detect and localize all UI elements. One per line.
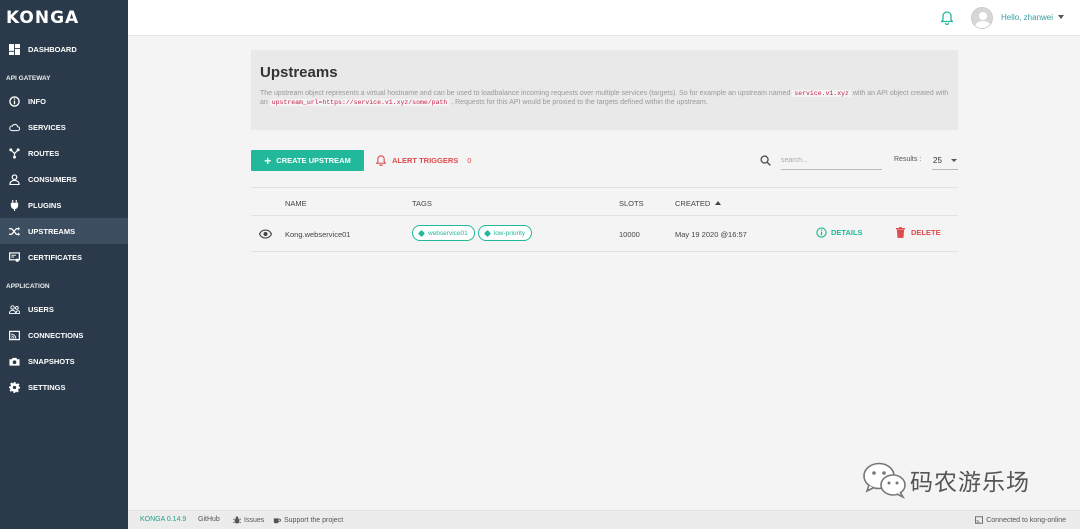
sidebar-item-services[interactable]: SERVICES <box>0 114 128 140</box>
tag-badge[interactable]: webservice01 <box>412 225 475 241</box>
sidebar-item-label: CONSUMERS <box>28 174 77 184</box>
github-link[interactable]: GitHub <box>198 516 220 523</box>
version-link[interactable]: KONGA 0.14.9 <box>140 516 186 523</box>
sidebar-item-label: UPSTREAMS <box>28 226 76 236</box>
sidebar-item-label: USERS <box>28 304 54 314</box>
details-button[interactable]: DETAILS <box>816 227 863 238</box>
sidebar-item-consumers[interactable]: CONSUMERS <box>0 166 128 192</box>
footer: KONGA 0.14.9 GitHub Issues Support the p… <box>128 510 1080 529</box>
create-upstream-label: CREATE UPSTREAM <box>276 156 351 165</box>
sidebar-item-connections[interactable]: CONNECTIONS <box>0 322 128 348</box>
upstream-name: Kong.webservice01 <box>285 230 351 239</box>
cloud-icon <box>8 121 21 134</box>
delete-label: DELETE <box>911 228 941 237</box>
results-per-page-select[interactable]: 25 <box>932 152 958 170</box>
page-title: Upstreams <box>260 64 338 81</box>
section-application: APPLICATION <box>6 283 50 290</box>
connection-status[interactable]: Connected to kong-online <box>975 516 1066 524</box>
top-bar: Hello, zhanwei <box>128 0 1080 36</box>
sidebar-item-label: ROUTES <box>28 148 60 158</box>
results-value: 25 <box>933 156 942 165</box>
alert-triggers-button[interactable]: ALERT TRIGGERS 0 <box>376 150 471 171</box>
sidebar-item-routes[interactable]: ROUTES <box>0 140 128 166</box>
camera-icon <box>8 355 21 368</box>
upstreams-table: NAME TAGS SLOTS CREATED Kong.webservice0… <box>251 187 958 252</box>
column-header-slots[interactable]: SLOTS <box>619 199 644 208</box>
watermark: 码农游乐场 <box>862 461 1030 499</box>
avatar[interactable] <box>971 7 993 29</box>
page-header: Upstreams The upstream object represents… <box>251 50 958 130</box>
app-logo[interactable]: KONGA <box>0 0 128 36</box>
details-label: DETAILS <box>831 228 863 237</box>
sidebar-item-upstreams[interactable]: UPSTREAMS <box>0 218 128 244</box>
tag-badge[interactable]: low-priority <box>477 225 533 241</box>
bell-icon <box>376 155 386 166</box>
users-icon <box>8 303 21 316</box>
create-upstream-button[interactable]: + CREATE UPSTREAM <box>251 150 364 171</box>
sidebar-item-label: DASHBOARD <box>28 44 77 54</box>
watermark-text: 码农游乐场 <box>910 470 1030 496</box>
created-date: May 19 2020 @16:57 <box>675 230 747 239</box>
search-input[interactable] <box>781 152 882 170</box>
trash-icon <box>896 227 905 238</box>
sidebar-item-users[interactable]: USERS <box>0 296 128 322</box>
connections-icon <box>8 329 21 342</box>
column-header-name[interactable]: NAME <box>285 199 307 208</box>
slots-value: 10000 <box>619 230 640 239</box>
user-icon <box>8 173 21 186</box>
sidebar-item-info[interactable]: INFO <box>0 88 128 114</box>
eye-icon[interactable] <box>259 229 272 239</box>
plus-icon: + <box>264 153 272 168</box>
page-description: The upstream object represents a virtual… <box>260 90 949 106</box>
table-header: NAME TAGS SLOTS CREATED <box>251 187 958 216</box>
support-link[interactable]: Support the project <box>273 516 343 524</box>
certificate-icon <box>8 251 21 264</box>
sidebar-item-snapshots[interactable]: SNAPSHOTS <box>0 348 128 374</box>
sidebar-item-plugins[interactable]: PLUGINS <box>0 192 128 218</box>
routes-icon <box>8 147 21 160</box>
sidebar-item-certificates[interactable]: CERTIFICATES <box>0 244 128 270</box>
sort-ascending-icon <box>715 201 722 206</box>
info-icon <box>8 95 21 108</box>
results-label: Results : <box>894 156 922 163</box>
sidebar-item-label: SERVICES <box>28 122 66 132</box>
chevron-down-icon[interactable] <box>1058 15 1064 19</box>
tag-icon <box>483 229 491 237</box>
sidebar: KONGA DASHBOARD API GATEWAY INFO SERVICE… <box>0 0 128 529</box>
column-header-tags[interactable]: TAGS <box>412 199 432 208</box>
sidebar-item-label: CERTIFICATES <box>28 252 83 262</box>
gear-icon <box>8 381 21 394</box>
shuffle-icon <box>8 225 21 238</box>
dashboard-icon <box>8 43 21 56</box>
wechat-icon <box>863 462 906 499</box>
sidebar-item-label: SNAPSHOTS <box>28 356 75 366</box>
coffee-icon <box>273 518 281 524</box>
sidebar-item-settings[interactable]: SETTINGS <box>0 374 128 400</box>
section-api-gateway: API GATEWAY <box>6 75 51 82</box>
table-row: Kong.webservice01 webservice01 low-prior… <box>251 216 958 252</box>
sidebar-item-label: INFO <box>28 96 46 106</box>
user-menu-label[interactable]: Hello, zhanwei <box>1001 13 1053 22</box>
column-header-created[interactable]: CREATED <box>675 199 722 208</box>
connections-icon <box>975 516 984 524</box>
sidebar-item-label: PLUGINS <box>28 200 62 210</box>
bug-icon <box>233 516 241 524</box>
chevron-down-icon <box>951 159 957 162</box>
code-snippet: service.v1.xyz <box>792 90 851 97</box>
search-icon <box>760 155 771 166</box>
tags-cell: webservice01 low-priority <box>412 225 533 241</box>
sidebar-item-label: CONNECTIONS <box>28 330 84 340</box>
bell-icon[interactable] <box>941 11 953 25</box>
alert-count-badge: 0 <box>467 156 472 165</box>
delete-button[interactable]: DELETE <box>896 227 941 238</box>
sidebar-item-label: SETTINGS <box>28 382 66 392</box>
sidebar-item-dashboard[interactable]: DASHBOARD <box>0 36 128 62</box>
issues-link[interactable]: Issues <box>233 516 264 524</box>
alert-triggers-label: ALERT TRIGGERS <box>392 156 459 165</box>
plug-icon <box>8 199 21 212</box>
tag-icon <box>417 229 426 237</box>
code-snippet: upstream_url=https://service.v1.xyz/some… <box>269 99 450 106</box>
info-icon <box>816 227 827 238</box>
